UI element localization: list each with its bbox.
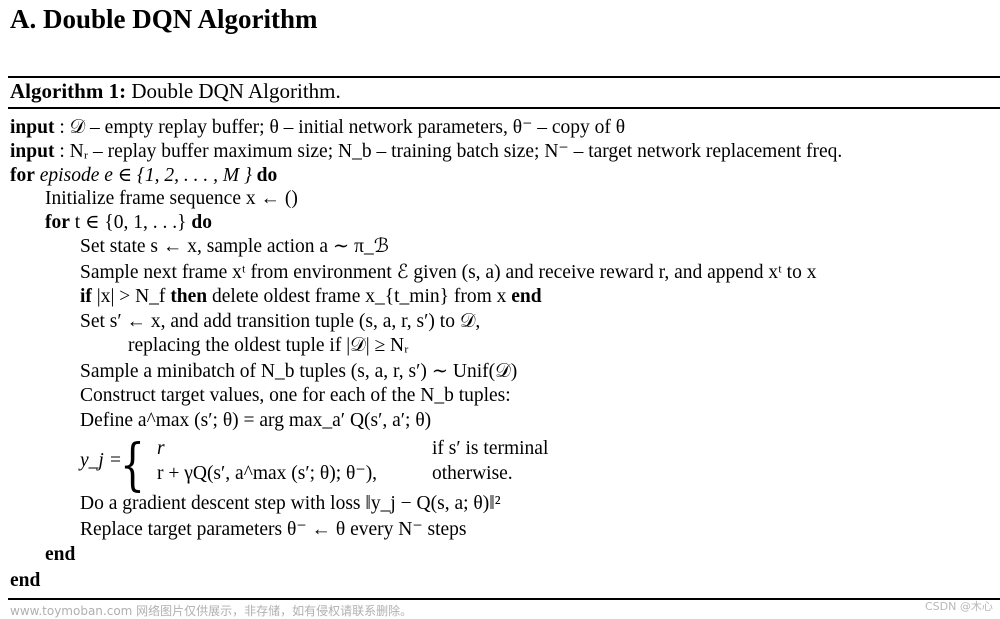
if-body: delete oldest frame x_{t_min} from x — [207, 286, 512, 307]
if-condition: |x| > N_f — [91, 286, 171, 307]
case-1-condition: if s′ is terminal — [432, 438, 549, 459]
if-keyword: if — [80, 286, 92, 307]
input-text: : 𝒟 – empty replay buffer; θ – initial n… — [54, 117, 626, 138]
sample-next-frame-line: Sample next frame xᵗ from environment ℰ … — [80, 262, 817, 283]
init-frames-line: Initialize frame sequence x ← () — [45, 188, 298, 209]
input-keyword: input — [10, 117, 55, 138]
replace-target-line: Replace target parameters θ⁻ ← θ every N… — [80, 519, 467, 540]
end-inner-loop: end — [45, 544, 76, 565]
if-frame-limit-line: if |x| > N_f then delete oldest frame x_… — [80, 287, 542, 307]
yj-lhs: y_j = — [80, 450, 122, 471]
construct-targets-line: Construct target values, one for each of… — [80, 385, 511, 406]
end-outer-loop: end — [10, 570, 41, 591]
define-amax-line: Define a^max (s′; θ) = arg max_a′ Q(s′, … — [80, 410, 432, 431]
gradient-step-line: Do a gradient descent step with loss ‖y_… — [80, 493, 501, 514]
then-keyword: then — [170, 286, 208, 307]
replacing-line: replacing the oldest tuple if |𝒟| ≥ Nᵣ — [128, 335, 409, 356]
for-episode-text: episode e ∈ {1, 2, . . . , M } — [34, 165, 257, 186]
input-line-1: input : 𝒟 – empty replay buffer; θ – ini… — [10, 118, 625, 138]
for-t-line: for t ∈ {0, 1, . . .} do — [45, 213, 212, 233]
for-keyword: for — [10, 165, 35, 186]
algorithm-label: Algorithm 1: — [10, 79, 127, 103]
for-t-text: t ∈ {0, 1, . . .} — [69, 212, 192, 233]
watermark-left: www.toymoban.com 网络图片仅供展示，非存储，如有侵权请联系删除。 — [10, 604, 413, 618]
case-1-expression: r — [157, 438, 165, 459]
algorithm-header-rule — [8, 107, 1000, 109]
set-state-line: Set state s ← x, sample action a ∼ π_ℬ — [80, 236, 390, 257]
case-2-condition: otherwise. — [432, 463, 513, 484]
for-keyword: for — [45, 212, 70, 233]
for-episode-line: for episode e ∈ {1, 2, . . . , M } do — [10, 166, 277, 186]
left-brace: { — [120, 433, 145, 498]
sample-minibatch-line: Sample a minibatch of N_b tuples (s, a, … — [80, 361, 518, 382]
input-line-2: input : Nᵣ – replay buffer maximum size;… — [10, 142, 842, 162]
algorithm-title: Double DQN Algorithm. — [131, 79, 341, 103]
watermark-right: CSDN @木心 — [925, 600, 993, 613]
case-2-expression: r + γQ(s′, a^max (s′; θ); θ⁻), — [157, 463, 378, 484]
do-keyword: do — [191, 212, 212, 233]
end-keyword: end — [511, 286, 542, 307]
algorithm-caption: Algorithm 1: Double DQN Algorithm. — [10, 79, 341, 104]
input-keyword: input — [10, 141, 55, 162]
set-sprime-line: Set s′ ← x, and add transition tuple (s,… — [80, 311, 481, 332]
algorithm-bottom-rule — [8, 598, 1000, 600]
algorithm-top-rule — [8, 76, 1000, 78]
do-keyword: do — [256, 165, 278, 186]
input-text: : Nᵣ – replay buffer maximum size; N_b –… — [54, 141, 843, 162]
section-title: A. Double DQN Algorithm — [10, 4, 318, 34]
